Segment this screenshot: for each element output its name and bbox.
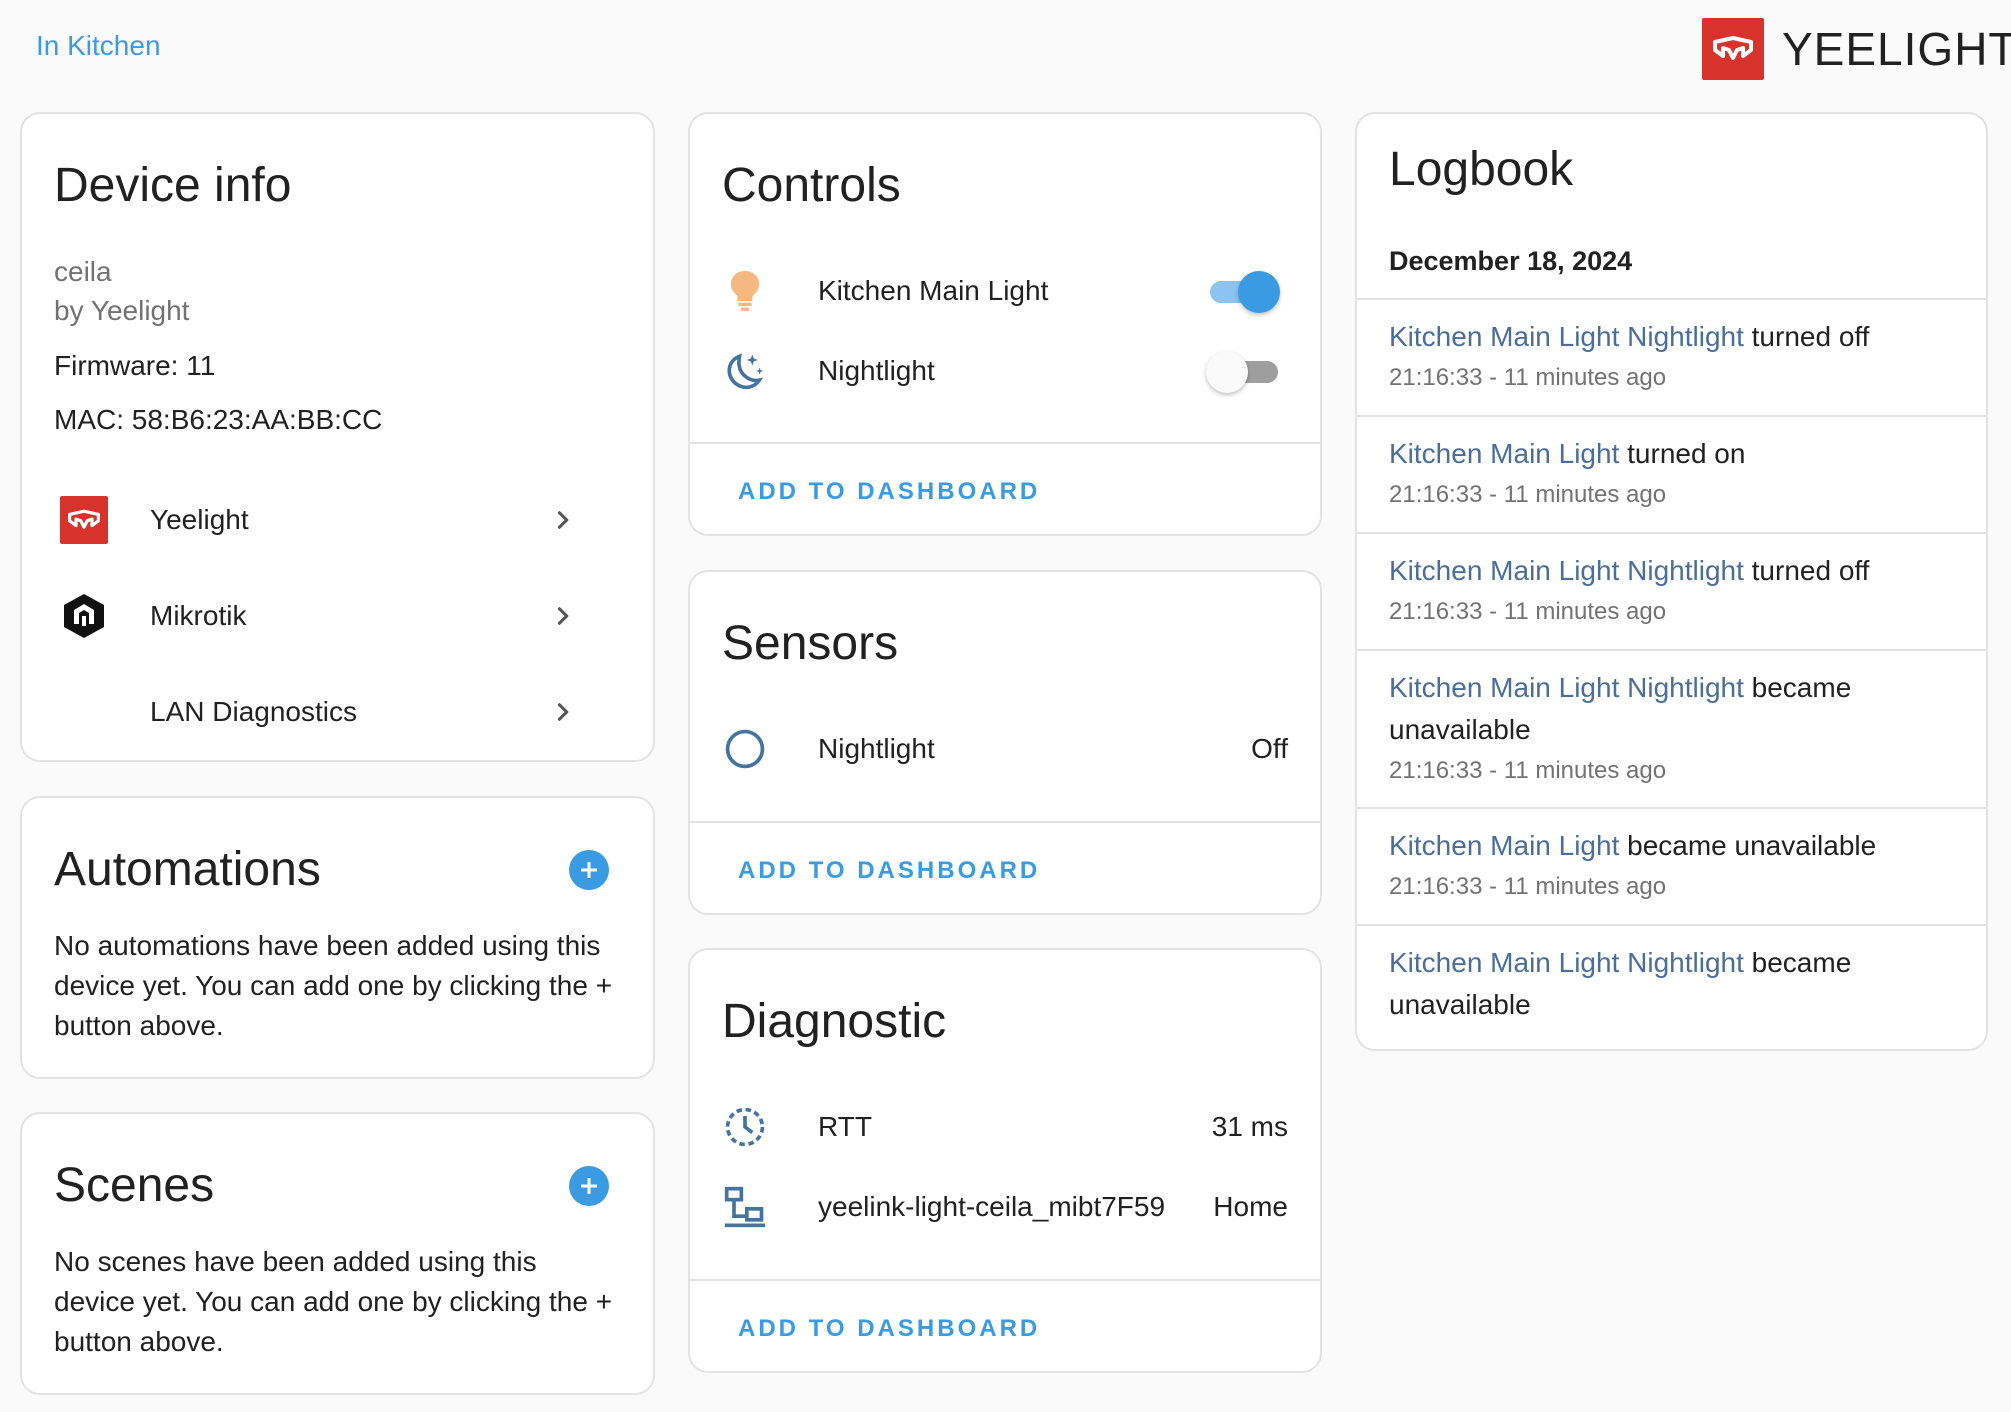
log-entry: Kitchen Main Light turned on 21:16:33 - … — [1357, 415, 1986, 532]
log-entity-link[interactable]: Kitchen Main Light — [1389, 830, 1619, 861]
log-entity-link[interactable]: Kitchen Main Light — [1389, 438, 1619, 469]
log-time: 21:16:33 - 11 minutes ago — [1389, 598, 1667, 625]
logbook-date: December 18, 2024 — [1389, 246, 1633, 276]
main-light-toggle[interactable] — [1206, 271, 1280, 313]
timer-icon — [722, 1104, 768, 1150]
log-action: became unavailable — [1619, 830, 1877, 861]
chevron-right-icon — [557, 510, 569, 530]
log-entity-link[interactable]: Kitchen Main Light Nightlight — [1389, 672, 1744, 703]
lan-icon — [722, 1184, 768, 1230]
log-action: turned off — [1743, 321, 1870, 352]
automations-title: Automations — [54, 843, 321, 896]
scenes-empty-text: No scenes have been added using this dev… — [54, 1246, 613, 1357]
log-entry: Kitchen Main Light Nightlight turned off… — [1357, 532, 1986, 649]
log-entity-link[interactable]: Kitchen Main Light Nightlight — [1389, 555, 1744, 586]
controls-card: Controls Kitchen Main Light Nightlight A… — [688, 112, 1322, 536]
integration-yeelight[interactable]: Yeelight — [22, 480, 602, 560]
diagnostic-value: Home — [1213, 1191, 1288, 1222]
log-action: turned on — [1619, 438, 1746, 469]
brand-name: YEELIGHT — [1782, 23, 2011, 75]
integration-mikrotik[interactable]: Mikrotik — [22, 576, 602, 656]
plus-icon — [581, 862, 597, 878]
chevron-right-icon — [557, 702, 569, 722]
log-entity-link[interactable]: Kitchen Main Light Nightlight — [1389, 321, 1744, 352]
circle-outline-icon — [722, 726, 768, 772]
log-message: Kitchen Main Light Nightlight turned off — [1389, 550, 1966, 592]
chevron-right-icon — [557, 606, 569, 626]
yeelight-logo-icon — [60, 496, 108, 544]
device-info-title: Device info — [54, 159, 292, 212]
log-action: turned off — [1743, 555, 1870, 586]
log-entry: Kitchen Main Light Nightlight became una… — [1357, 649, 1986, 807]
sensors-add-to-dashboard-button[interactable]: ADD TO DASHBOARD — [738, 857, 1040, 885]
lightbulb-icon — [722, 268, 768, 314]
diagnostic-card: Diagnostic RTT 31 ms yeelink-light-ceila… — [688, 948, 1322, 1373]
mikrotik-logo-icon — [60, 592, 108, 640]
diagnostic-title: Diagnostic — [722, 995, 947, 1048]
sensor-label: Nightlight — [818, 733, 935, 764]
automations-empty-text: No automations have been added using thi… — [54, 930, 613, 1041]
sensors-title: Sensors — [722, 617, 899, 670]
sensor-value: Off — [1251, 733, 1288, 764]
diagnostic-row-network[interactable]: yeelink-light-ceila_mibt7F59 Home — [690, 1167, 1320, 1247]
log-entry: Kitchen Main Light Nightlight turned off… — [1357, 298, 1986, 415]
logbook-title: Logbook — [1389, 143, 1574, 196]
plus-icon — [581, 1178, 597, 1194]
area-link[interactable]: In Kitchen — [36, 30, 161, 62]
logbook-card: Logbook December 18, 2024 Kitchen Main L… — [1355, 112, 1988, 1051]
moon-stars-icon — [722, 348, 768, 394]
device-mac: MAC: 58:B6:23:AA:BB:CC — [54, 404, 383, 435]
diagnostic-row-rtt[interactable]: RTT 31 ms — [690, 1087, 1320, 1167]
integration-lan-diagnostics[interactable]: LAN Diagnostics — [22, 672, 602, 752]
log-time: 21:16:33 - 11 minutes ago — [1389, 481, 1667, 508]
device-firmware: Firmware: 11 — [54, 350, 216, 381]
log-message: Kitchen Main Light turned on — [1389, 433, 1966, 475]
controls-add-to-dashboard-button[interactable]: ADD TO DASHBOARD — [738, 478, 1040, 506]
controls-title: Controls — [722, 159, 901, 212]
log-time: 21:16:33 - 11 minutes ago — [1389, 364, 1667, 391]
log-entity-link[interactable]: Kitchen Main Light Nightlight — [1389, 947, 1744, 978]
yeelight-logo-icon — [1702, 18, 1764, 80]
log-time: 21:16:33 - 11 minutes ago — [1389, 757, 1667, 784]
sensor-row-nightlight[interactable]: Nightlight Off — [690, 709, 1320, 789]
diagnostic-add-to-dashboard-button[interactable]: ADD TO DASHBOARD — [738, 1315, 1040, 1343]
card-divider — [690, 442, 1320, 444]
brand-header: YEELIGHT — [1702, 18, 2011, 80]
add-scene-button[interactable] — [569, 1166, 609, 1206]
diagnostic-label: RTT — [818, 1111, 872, 1142]
log-message: Kitchen Main Light Nightlight became una… — [1389, 667, 1966, 751]
card-divider — [690, 1279, 1320, 1281]
control-row-main-light[interactable]: Kitchen Main Light — [690, 251, 1320, 331]
control-label: Kitchen Main Light — [818, 275, 1049, 306]
log-entry: Kitchen Main Light Nightlight became una… — [1357, 924, 1986, 1049]
integration-label: Mikrotik — [150, 600, 247, 631]
scenes-card: Scenes No scenes have been added using t… — [20, 1112, 655, 1395]
device-info-card: Device info ceila by Yeelight Firmware: … — [20, 112, 655, 762]
log-entry: Kitchen Main Light became unavailable 21… — [1357, 807, 1986, 924]
integration-label: LAN Diagnostics — [150, 696, 357, 727]
nightlight-toggle[interactable] — [1206, 351, 1278, 393]
scenes-title: Scenes — [54, 1159, 215, 1212]
automations-card: Automations No automations have been add… — [20, 796, 655, 1079]
sensors-card: Sensors Nightlight Off ADD TO DASHBOARD — [688, 570, 1322, 915]
control-label: Nightlight — [818, 355, 935, 386]
integration-label: Yeelight — [150, 504, 249, 535]
log-time: 21:16:33 - 11 minutes ago — [1389, 873, 1667, 900]
log-message: Kitchen Main Light Nightlight became una… — [1389, 942, 1966, 1026]
control-row-nightlight[interactable]: Nightlight — [690, 331, 1320, 411]
device-manufacturer: by Yeelight — [54, 295, 190, 326]
add-automation-button[interactable] — [569, 850, 609, 890]
log-message: Kitchen Main Light Nightlight turned off — [1389, 316, 1966, 358]
diagnostic-label: yeelink-light-ceila_mibt7F59 — [818, 1191, 1166, 1222]
diagnostic-value: 31 ms — [1211, 1111, 1288, 1142]
log-message: Kitchen Main Light became unavailable — [1389, 825, 1966, 867]
card-divider — [690, 821, 1320, 823]
device-model: ceila — [54, 256, 112, 287]
